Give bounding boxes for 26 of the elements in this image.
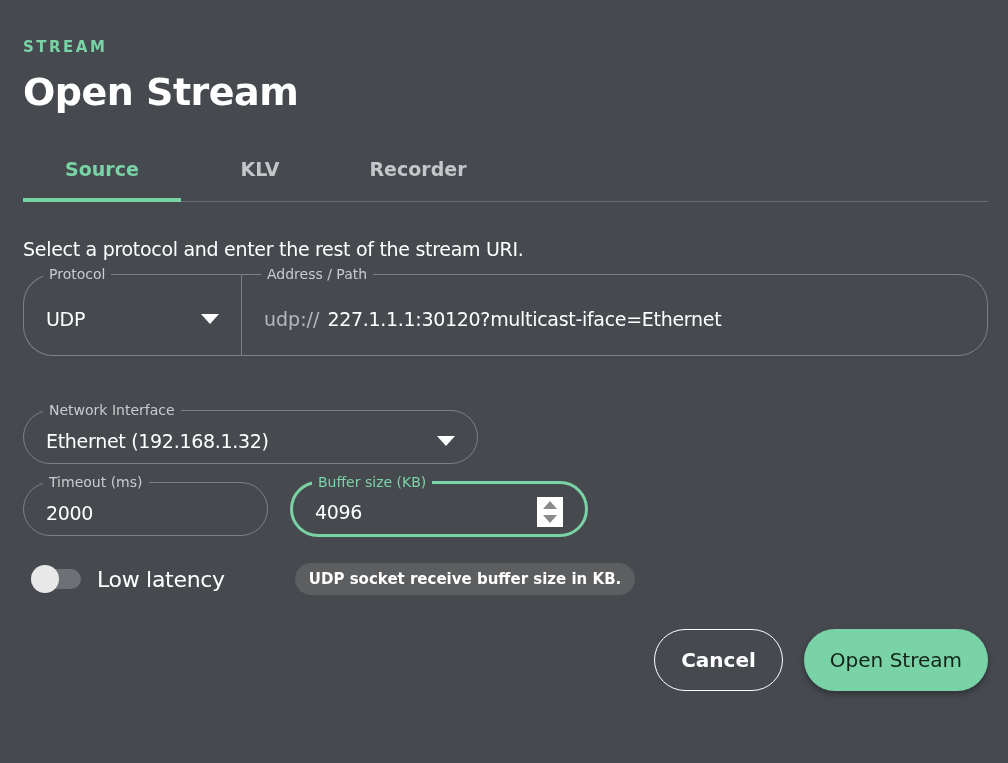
field-value: UDP [46,307,86,330]
address-field[interactable]: Address / Path udp:// 227.1.1.1:30120?multicast-iface=Ethernet [241,266,988,356]
field-value: 227.1.1.1:30120?multicast-iface=Ethernet [327,307,722,330]
text-field[interactable]: Buffer size (KB) 4096 [290,474,588,537]
field-label: Protocol [48,266,107,282]
dropdown-caret-icon [201,313,219,324]
field-label: Timeout (ms) [48,474,144,490]
field-value: 2000 [46,501,94,524]
tab[interactable]: KLV [181,144,339,202]
field-label: Address / Path [266,266,369,282]
instruction-text: Select a protocol and enter the rest of the stream URI. [23,238,525,260]
tooltip: UDP socket receive buffer size in KB. [294,563,636,595]
field-label: Network Interface [48,402,176,418]
tab[interactable]: Source [23,144,181,202]
primary-button[interactable]: Open Stream [803,629,988,691]
toggle-label: Low latency [97,566,225,592]
field-value: Ethernet (192.168.1.32) [46,429,269,452]
spinner-icon[interactable] [537,497,563,527]
uri-prefix: udp:// [264,307,320,330]
dropdown-caret-icon [437,435,455,446]
protocol-dropdown[interactable]: Protocol UDP [23,266,241,356]
field-value: 4096 [315,501,363,523]
dialog-title: Open Stream [23,70,300,114]
tab[interactable]: Recorder [339,144,497,202]
field-label: Buffer size (KB) [317,474,428,490]
eyebrow-label: STREAM [23,38,109,56]
